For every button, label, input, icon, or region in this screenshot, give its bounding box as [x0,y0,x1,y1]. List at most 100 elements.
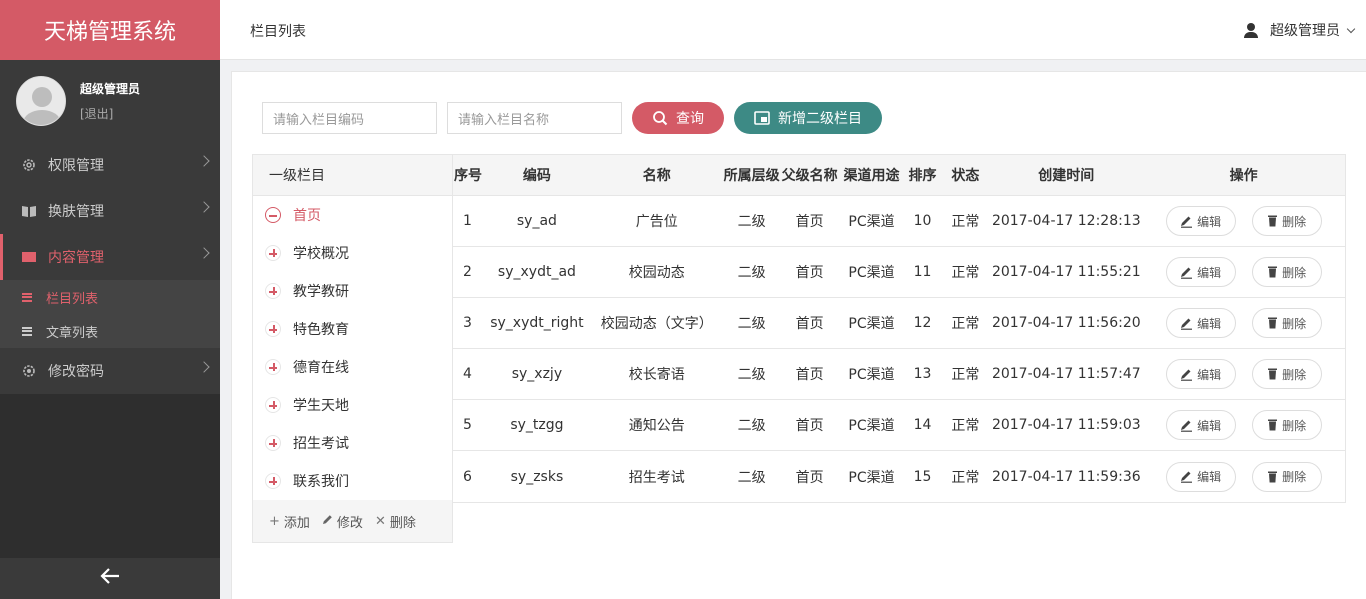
expand-icon[interactable] [265,359,281,375]
list-icon [22,292,32,302]
column-header: 创建时间 [1038,168,1095,184]
cell-name: 校园动态 [628,265,685,281]
delete-label: 删除 [1282,470,1307,484]
edit-label: 编辑 [1197,316,1222,331]
tree-edit-button[interactable]: 修改 [322,512,363,531]
collapse-sidebar-button[interactable] [0,558,220,599]
pencil-icon [1180,266,1193,279]
tree-delete-button[interactable]: ✕ 删除 [375,512,416,531]
delete-button[interactable]: 删除 [1251,206,1322,236]
tree-node[interactable]: 德育在线 [253,348,452,386]
cell-created-time: 2017-04-17 12:28:13 [991,213,1141,229]
cell-code: sy_ad [516,213,557,229]
cell-created-time: 2017-04-17 11:59:03 [991,417,1141,433]
table-header-row: 序号 编码 名称 所属层级 父级名称 渠道用途 排序 状态 创建时间 操作 [453,155,1345,196]
chevron-right-icon [198,247,210,259]
column-code-input[interactable]: 请输入栏目编码 [262,102,437,134]
user-menu[interactable]: 超级管理员 [1244,20,1356,40]
delete-button[interactable]: 删除 [1251,257,1322,287]
delete-button[interactable]: 删除 [1251,308,1322,338]
edit-label: 编辑 [1197,367,1222,382]
cell-index: 1 [463,213,472,229]
cell-parent: 首页 [795,418,824,434]
cell-sort: 13 [913,366,932,382]
cell-channel: PC渠道 [848,469,895,486]
edit-button[interactable]: 编辑 [1165,206,1236,236]
edit-button[interactable]: 编辑 [1165,461,1236,492]
content-panel: 请输入栏目编码 请输入栏目名称 查询 新增二级栏目 一级栏目 首页 学校概况 教 [231,71,1366,599]
cell-status: 正常 [951,469,980,486]
app-logo-title: 天梯管理系统 [0,0,220,60]
expand-icon[interactable] [265,473,281,489]
menu-item-content[interactable]: 内容管理 [0,234,220,280]
add-label: 新增二级栏目 [778,111,862,127]
cell-level: 二级 [737,367,766,383]
cell-channel: PC渠道 [848,214,895,230]
cell-operations: 编辑 删除 [1142,461,1345,492]
tree-add-button[interactable]: + 添加 [269,512,310,531]
tree-node-label: 招生考试 [293,436,349,452]
expand-icon[interactable] [265,283,281,299]
delete-button[interactable]: 删除 [1251,410,1322,440]
logout-link[interactable]: [退出] [80,105,140,122]
column-header: 父级名称 [781,168,838,184]
delete-button[interactable]: 删除 [1251,461,1322,492]
tree-toolbar: + 添加 修改 ✕ 删除 [253,500,452,542]
tree-node[interactable]: 特色教育 [253,310,452,348]
menu-item-skin[interactable]: 换肤管理 [0,188,220,234]
cell-name: 广告位 [635,214,678,230]
pencil-icon [322,514,333,529]
column-header: 名称 [642,168,671,184]
table-row: 5 sy_tzgg 通知公告 二级 首页 PC渠道 14 正常 2017-04-… [453,400,1345,451]
list-icon [22,326,32,336]
column-header: 排序 [908,168,937,184]
column-header: 操作 [1229,168,1258,184]
sidebar: 天梯管理系统 超级管理员 [退出] 权限管理 换肤管理 内容管理 栏目列表 文章… [0,0,220,599]
tree-node[interactable]: 教学教研 [253,272,452,310]
cell-name: 校园动态（文字） [600,316,713,332]
cell-channel: PC渠道 [848,367,895,383]
cell-sort: 11 [913,264,932,280]
tree-node[interactable]: 首页 [253,196,452,234]
expand-icon[interactable] [265,321,281,337]
edit-button[interactable]: 编辑 [1165,410,1236,440]
trash-icon [1267,317,1278,329]
expand-icon[interactable] [265,435,281,451]
trash-icon [1267,471,1278,483]
edit-button[interactable]: 编辑 [1165,359,1236,389]
menu-item-permissions[interactable]: 权限管理 [0,142,220,188]
collapse-icon[interactable] [265,207,281,223]
submenu-item-column-list[interactable]: 栏目列表 [0,280,220,314]
tree-node[interactable]: 学生天地 [253,386,452,424]
page-title: 栏目列表 [250,24,306,40]
cell-code: sy_xydt_right [490,315,584,331]
submenu-item-article-list[interactable]: 文章列表 [0,314,220,348]
table-row: 4 sy_xzjy 校长寄语 二级 首页 PC渠道 13 正常 2017-04-… [453,349,1345,400]
tree-node[interactable]: 学校概况 [253,234,452,272]
query-label: 查询 [676,111,704,127]
edit-button[interactable]: 编辑 [1165,257,1236,287]
trash-icon [1267,215,1278,227]
edit-button[interactable]: 编辑 [1165,308,1236,338]
tree-delete-label: 删除 [389,515,416,531]
cell-sort: 14 [913,417,932,433]
column-name-input[interactable]: 请输入栏目名称 [447,102,622,134]
tree-node[interactable]: 联系我们 [253,462,452,500]
cell-operations: 编辑 删除 [1142,206,1345,236]
tree-edit-label: 修改 [336,515,363,531]
delete-label: 删除 [1282,265,1307,280]
tree-node-label: 教学教研 [293,284,349,300]
tree-node-label: 学生天地 [293,398,349,414]
tree-node[interactable]: 招生考试 [253,424,452,462]
cell-level: 二级 [737,214,766,230]
trash-icon [1267,266,1278,278]
menu-item-change-password[interactable]: 修改密码 [0,348,220,394]
expand-icon[interactable] [265,245,281,261]
add-subcolumn-button[interactable]: 新增二级栏目 [734,102,882,134]
plus-icon: + [269,513,280,529]
query-button[interactable]: 查询 [632,102,724,134]
trash-icon [1267,368,1278,380]
expand-icon[interactable] [265,397,281,413]
cell-code: sy_zsks [510,468,564,485]
delete-button[interactable]: 删除 [1251,359,1322,389]
